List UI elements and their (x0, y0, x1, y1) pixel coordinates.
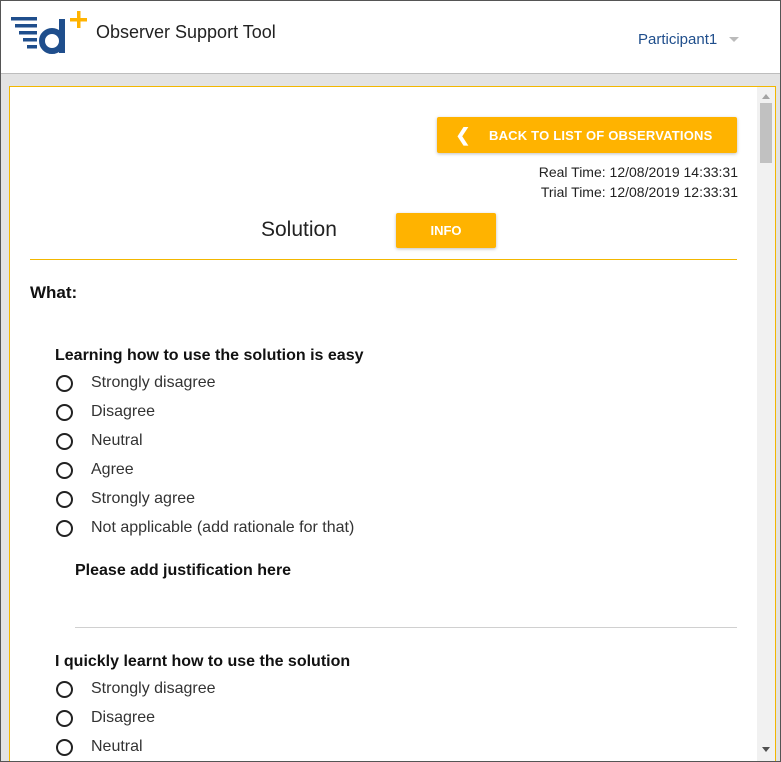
chevron-left-icon: ❮ (455, 125, 471, 145)
q1-option-strongly-agree[interactable]: Strongly agree (56, 487, 195, 511)
app-header: Observer Support Tool Participant1 (1, 1, 780, 74)
radio-button[interactable] (56, 490, 73, 508)
q1-option-neutral[interactable]: Neutral (56, 429, 143, 453)
real-time: Real Time: 12/08/2019 14:33:31 (538, 164, 738, 180)
radio-button[interactable] (56, 432, 73, 450)
d-plus-logo (11, 11, 87, 54)
trial-time: Trial Time: 12/08/2019 12:33:31 (540, 184, 738, 200)
scrollbar-thumb[interactable] (760, 103, 772, 163)
scroll-down-arrow-icon[interactable] (762, 747, 770, 752)
caret-down-icon (729, 37, 740, 42)
radio-button[interactable] (56, 738, 73, 756)
q2-option-disagree[interactable]: Disagree (56, 706, 155, 730)
q1-option-strongly-disagree[interactable]: Strongly disagree (56, 371, 216, 395)
app-title: Observer Support Tool (96, 22, 276, 42)
option-label: Neutral (91, 738, 143, 755)
justification-label: Please add justification here (75, 562, 292, 579)
option-label: Strongly agree (91, 490, 196, 507)
section-divider (30, 259, 737, 260)
option-label: Disagree (91, 709, 156, 726)
q1-option-disagree[interactable]: Disagree (56, 400, 155, 424)
q1-option-not-applicable[interactable]: Not applicable (add rationale for that) (56, 516, 354, 540)
app-window: Observer Support Tool Participant1 ❮ BAC… (0, 0, 781, 762)
q2-option-neutral[interactable]: Neutral (56, 735, 143, 759)
section-title: Solution (261, 218, 337, 241)
option-label: Agree (91, 461, 134, 478)
vertical-scrollbar[interactable] (757, 87, 775, 761)
question-2-text: I quickly learnt how to use the solution (55, 653, 351, 670)
q1-option-agree[interactable]: Agree (56, 458, 134, 482)
scroll-up-arrow-icon[interactable] (762, 94, 770, 99)
what-label: What: (30, 283, 78, 302)
info-button[interactable]: INFO (396, 213, 496, 248)
option-label: Strongly disagree (91, 680, 216, 697)
user-name: Participant1 (638, 31, 718, 48)
radio-button[interactable] (56, 519, 73, 537)
radio-button[interactable] (56, 403, 73, 421)
user-menu[interactable]: Participant1 (638, 31, 740, 48)
question-1-text: Learning how to use the solution is easy (55, 347, 364, 364)
back-to-list-label: BACK TO LIST OF OBSERVATIONS (489, 127, 713, 143)
radio-button[interactable] (56, 709, 73, 727)
option-label: Strongly disagree (91, 374, 216, 391)
option-label: Not applicable (add rationale for that) (91, 519, 355, 536)
radio-button[interactable] (56, 461, 73, 479)
justification-input[interactable] (75, 587, 737, 628)
observation-panel: ❮ BACK TO LIST OF OBSERVATIONS Real Time… (9, 86, 776, 761)
option-label: Neutral (91, 432, 143, 449)
back-to-list-button[interactable]: ❮ BACK TO LIST OF OBSERVATIONS (437, 117, 737, 153)
q2-option-strongly-disagree[interactable]: Strongly disagree (56, 677, 216, 701)
option-label: Disagree (91, 403, 156, 420)
radio-button[interactable] (56, 680, 73, 698)
radio-button[interactable] (56, 374, 73, 392)
